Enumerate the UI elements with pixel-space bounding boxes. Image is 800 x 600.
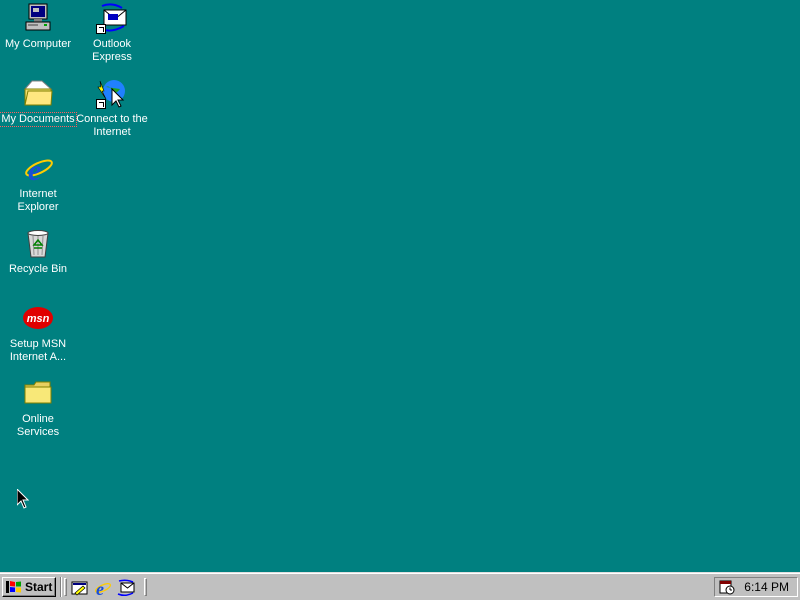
folder-documents-icon <box>22 77 54 109</box>
desktop[interactable]: My Computer Outlook Express My Documents <box>0 0 800 572</box>
launch-outlook-express-button[interactable] <box>117 579 135 597</box>
shortcut-arrow-icon <box>96 99 106 109</box>
setup-msn-shortcut[interactable]: msn Setup MSN Internet A... <box>0 302 76 364</box>
quick-launch-grip[interactable] <box>64 578 67 596</box>
msn-icon: msn <box>22 302 54 334</box>
recycle-bin-icon <box>22 227 54 259</box>
start-button[interactable]: Start <box>2 577 56 597</box>
start-label: Start <box>25 580 53 594</box>
scheduler-icon[interactable] <box>719 579 735 595</box>
connect-wizard-icon <box>96 77 128 109</box>
mouse-pointer-icon <box>17 489 29 509</box>
icon-label: Internet Explorer <box>17 188 59 213</box>
my-computer-shortcut[interactable]: My Computer <box>0 2 76 51</box>
windows-logo-icon <box>6 581 21 593</box>
internet-explorer-shortcut[interactable]: e Internet Explorer <box>0 152 76 214</box>
outlook-express-shortcut[interactable]: Outlook Express <box>74 2 150 64</box>
icon-label: Setup MSN Internet A... <box>9 338 67 363</box>
icon-label: Recycle Bin <box>8 263 68 275</box>
svg-text:e: e <box>96 579 104 597</box>
online-services-shortcut[interactable]: Online Services <box>0 377 76 439</box>
computer-icon <box>22 2 54 34</box>
launch-internet-explorer-button[interactable]: e <box>94 579 112 597</box>
svg-text:msn: msn <box>27 313 50 325</box>
outlook-express-icon <box>96 2 128 34</box>
folder-icon <box>22 377 54 409</box>
system-tray: 6:14 PM <box>714 577 798 597</box>
show-desktop-icon <box>71 581 88 596</box>
recycle-bin-shortcut[interactable]: Recycle Bin <box>0 227 76 276</box>
icon-label: Online Services <box>16 413 60 438</box>
taskbar-separator <box>60 577 62 597</box>
icon-label: My Documents <box>0 112 77 127</box>
clock[interactable]: 6:14 PM <box>744 580 789 594</box>
svg-text:e: e <box>28 154 41 184</box>
icon-label: Outlook Express <box>92 38 132 63</box>
taskbar: Start e 6:14 PM <box>0 572 800 600</box>
task-area-grip[interactable] <box>144 578 147 596</box>
show-desktop-button[interactable] <box>71 579 89 597</box>
internet-explorer-icon: e <box>22 152 54 184</box>
icon-label: My Computer <box>4 38 72 50</box>
internet-explorer-icon: e <box>94 579 112 597</box>
connect-internet-shortcut[interactable]: Connect to the Internet <box>74 77 150 139</box>
shortcut-arrow-icon <box>96 24 106 34</box>
my-documents-shortcut[interactable]: My Documents <box>0 77 77 127</box>
icon-label: Connect to the Internet <box>76 113 148 138</box>
outlook-express-icon <box>117 579 135 597</box>
